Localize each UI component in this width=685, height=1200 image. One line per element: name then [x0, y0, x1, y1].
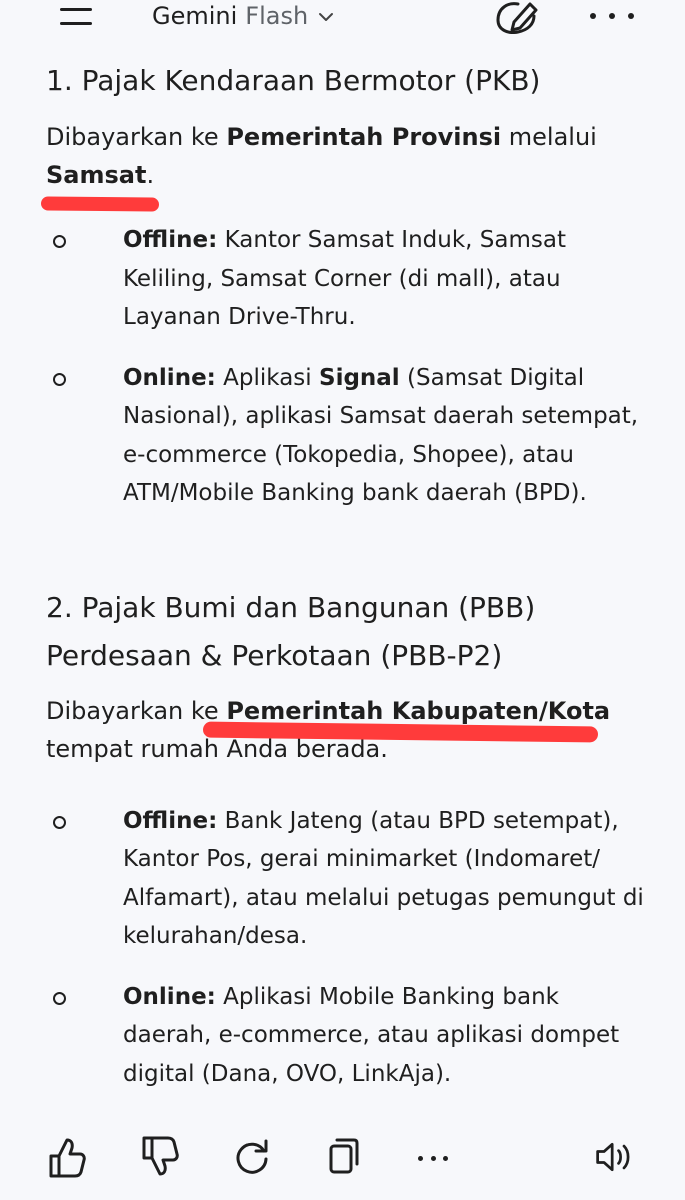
payment-options-list-pbb: Offline: Bank Jateng (atau BPD setempat)… [46, 802, 646, 1094]
section-heading-pbb: 2. Pajak Bumi dan Bangunan (PBB) Perdesa… [46, 590, 536, 672]
regenerate-icon[interactable] [232, 1130, 272, 1184]
thumbs-up-icon[interactable] [47, 1130, 87, 1184]
thumbs-down-icon[interactable] [140, 1130, 180, 1184]
list-item: Offline: Kantor Samsat Induk, Samsat Kel… [46, 221, 646, 337]
response-actions [0, 1130, 685, 1190]
bullet-ring-icon [53, 815, 66, 829]
edit-icon[interactable] [494, 0, 540, 34]
samsat-highlight: Samsat [46, 161, 147, 189]
chevron-down-icon [318, 7, 334, 26]
read-aloud-icon[interactable] [594, 1130, 634, 1184]
more-options-icon[interactable] [590, 4, 634, 28]
section-intro-pkb: Dibayarkan ke Pemerintah Provinsi melalu… [46, 123, 597, 189]
list-item: Online: Aplikasi Mobile Banking bank dae… [46, 978, 646, 1094]
app-name: Gemini [152, 2, 238, 30]
copy-icon[interactable] [322, 1130, 362, 1184]
response-content: 1. Pajak Kendaraan Bermotor (PKB) Dibaya… [46, 58, 646, 1093]
section-heading-pkb: 1. Pajak Kendaraan Bermotor (PKB) [46, 64, 541, 97]
bullet-ring-icon [53, 372, 66, 386]
bullet-ring-icon [53, 991, 66, 1005]
menu-icon[interactable] [56, 2, 96, 32]
payment-options-list-pkb: Offline: Kantor Samsat Induk, Samsat Kel… [46, 221, 646, 513]
top-bar: Gemini Flash [0, 0, 685, 40]
model-selector[interactable]: Gemini Flash [152, 0, 334, 32]
list-item: Online: Aplikasi Signal (Samsat Digital … [46, 359, 646, 513]
chat-response-screen: Gemini Flash 1. Pajak Kendaraan Bermotor… [0, 0, 685, 1200]
bullet-ring-icon [53, 235, 66, 248]
list-item: Offline: Bank Jateng (atau BPD setempat)… [46, 802, 646, 956]
model-name: Flash [245, 2, 309, 30]
more-options-icon[interactable] [418, 1154, 448, 1162]
underline-marker-samsat [40, 196, 160, 212]
